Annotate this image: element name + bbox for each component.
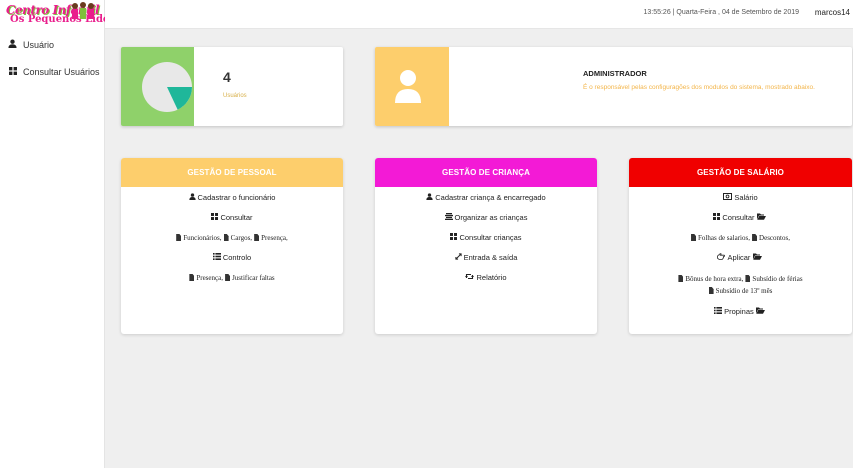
resize-icon [454, 253, 462, 263]
role-title: ADMINISTRADOR [583, 69, 647, 78]
panel-title: GESTÃO DE SALÁRIO [629, 158, 852, 187]
link-label: Consultar [220, 213, 253, 222]
justificar-faltas-link[interactable]: Justificar faltas [225, 274, 275, 282]
aplicar-link[interactable]: Aplicar [629, 253, 852, 263]
pie-chart-icon [142, 62, 192, 112]
folder-open-icon [752, 253, 762, 263]
propinas-link[interactable]: Propinas [629, 307, 852, 317]
file-icon [225, 274, 231, 281]
link-label: Cadastrar criança & encarregado [435, 193, 546, 202]
panel-title: GESTÃO DE PESSOAL [121, 158, 343, 187]
hand-icon [717, 253, 726, 263]
file-icon [223, 234, 229, 241]
role-info-box: ADMINISTRADOR É o responsável pelas conf… [375, 47, 852, 126]
kids-logo-icon [72, 2, 94, 19]
sidebar: Centro Infantil Os Pequenos Líderes Usuá… [0, 0, 127, 468]
presenca-link[interactable]: Presença, [254, 234, 288, 242]
list-icon [714, 307, 723, 317]
link-label: Presença, [261, 234, 288, 242]
sidebar-item-label: Consultar Usuários [23, 67, 100, 77]
link-label: Folhas de salarios, [698, 234, 750, 242]
link-label: Bônus de hora extra, [685, 275, 744, 283]
link-label: Consultar crianças [459, 233, 522, 242]
grid-icon [211, 213, 219, 223]
controlo-link[interactable]: Controlo [121, 253, 343, 263]
link-label: Salário [734, 193, 758, 202]
link-label: Relatório [476, 273, 507, 282]
cargos-link[interactable]: Cargos, [223, 234, 253, 242]
grid-icon [450, 233, 458, 243]
subsidio-13-link[interactable]: Subsídio de 13º mês [708, 287, 773, 295]
file-icon [678, 275, 684, 282]
file-icon [176, 234, 182, 241]
consultar-criancas-link[interactable]: Consultar crianças [375, 233, 597, 243]
user-icon [8, 39, 17, 50]
users-label: Usuários [223, 93, 247, 99]
sidebar-item-consultar-usuarios[interactable]: Consultar Usuários [8, 67, 100, 77]
panel-gestao-pessoal: GESTÃO DE PESSOAL Cadastrar o funcionári… [121, 158, 343, 334]
cadastrar-crianca-link[interactable]: Cadastrar criança & encarregado [375, 193, 597, 203]
folhas-salarios-link[interactable]: Folhas de salarios, [691, 234, 750, 242]
presenca-controlo-link[interactable]: Presença, [189, 274, 223, 282]
sidebar-item-usuario[interactable]: Usuário [8, 39, 54, 50]
users-info-box: 4 Usuários [121, 47, 343, 126]
folder-open-icon [755, 307, 765, 317]
retweet-icon [465, 273, 475, 283]
grid-icon [713, 213, 721, 223]
role-description: É o responsável pelas configuragões dos … [583, 84, 815, 91]
link-label: Propinas [724, 307, 754, 316]
grid-icon [8, 67, 17, 77]
panel-gestao-crianca: GESTÃO DE CRIANÇA Cadastrar criança & en… [375, 158, 597, 334]
top-bar: 13:55:26 | Quarta-Feira , 04 de Setembro… [105, 0, 853, 29]
panel-title: GESTÃO DE CRIANÇA [375, 158, 597, 187]
file-icon [254, 234, 260, 241]
link-label: Entrada & saída [463, 253, 518, 262]
money-icon [723, 193, 733, 203]
list-icon [212, 253, 221, 263]
app-logo[interactable]: Centro Infantil Os Pequenos Líderes [6, 1, 127, 27]
role-tile [375, 47, 449, 126]
file-icon [691, 234, 697, 241]
funcionarios-link[interactable]: Funcionários, [176, 234, 222, 242]
person-icon [395, 70, 421, 103]
entrada-saida-link[interactable]: Entrada & saída [375, 253, 597, 263]
align-icon [444, 213, 453, 223]
relatorio-link[interactable]: Relatório [375, 273, 597, 283]
folder-open-icon [756, 213, 766, 223]
descontos-link[interactable]: Descontos, [752, 234, 790, 242]
salario-link[interactable]: Salário [629, 193, 852, 203]
link-label: Aplicar [727, 253, 751, 262]
link-label: Subsídio de 13º mês [715, 287, 773, 295]
panel-gestao-salario: GESTÃO DE SALÁRIO Salário Consultar Folh… [629, 158, 852, 334]
link-label: Cadastrar o funcionário [197, 193, 276, 202]
link-label: Funcionários, [183, 234, 222, 242]
link-label: Organizar as crianças [454, 213, 528, 222]
user-icon [188, 193, 196, 203]
sidebar-item-label: Usuário [23, 39, 55, 50]
subsidio-ferias-link[interactable]: Subsídio de férias [745, 275, 803, 283]
link-label: Consultar [722, 213, 755, 222]
consultar-salario-link[interactable]: Consultar [629, 213, 852, 223]
link-label: Controlo [222, 253, 252, 262]
file-icon [189, 274, 195, 281]
file-icon [708, 287, 714, 294]
link-label: Justificar faltas [232, 274, 275, 282]
link-label: Presença, [196, 274, 223, 282]
link-label: Cargos, [230, 234, 253, 242]
file-icon [752, 234, 758, 241]
cadastrar-funcionario-link[interactable]: Cadastrar o funcionário [121, 193, 343, 203]
datetime-text: 13:55:26 | Quarta-Feira , 04 de Setembro… [643, 9, 799, 16]
link-label: Subsídio de férias [752, 275, 803, 283]
user-menu[interactable]: marcos14 [815, 8, 850, 17]
consultar-link[interactable]: Consultar [121, 213, 343, 223]
file-icon [745, 275, 751, 282]
users-count: 4 [223, 69, 231, 85]
link-label: Descontos, [759, 234, 790, 242]
organizar-criancas-link[interactable]: Organizar as crianças [375, 213, 597, 223]
users-tile [121, 47, 194, 126]
user-icon [426, 193, 433, 203]
bonus-hora-extra-link[interactable]: Bônus de hora extra, [678, 275, 743, 283]
